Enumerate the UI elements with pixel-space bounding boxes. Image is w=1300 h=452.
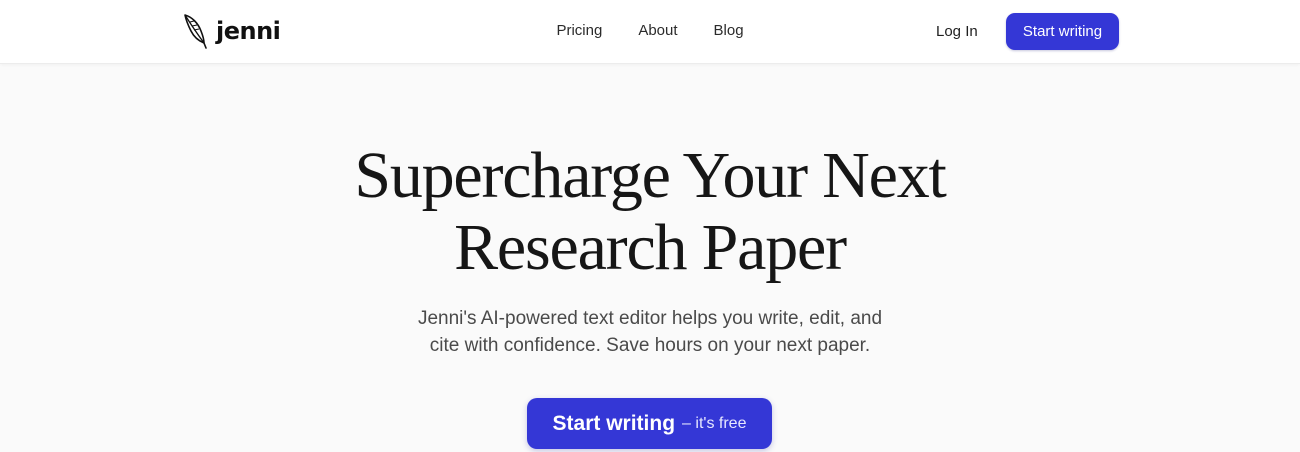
top-navbar: jenni Pricing About Blog Log In Start wr… bbox=[0, 0, 1300, 64]
hero-content: Supercharge Your Next Research Paper Jen… bbox=[0, 140, 1300, 359]
nav-start-writing-button[interactable]: Start writing bbox=[1006, 13, 1119, 50]
brand-logo-link[interactable]: jenni bbox=[182, 13, 281, 49]
hero-subtitle-line-2: cite with confidence. Save hours on your… bbox=[429, 335, 871, 356]
quill-feather-icon bbox=[184, 14, 207, 49]
hero-title-line-1: Supercharge Your Next bbox=[354, 139, 947, 212]
hero-start-writing-button[interactable]: Start writing – it's free bbox=[527, 398, 772, 449]
hero-cta-label: Start writing bbox=[552, 411, 676, 435]
hero-subtitle-line-1: Jenni's AI-powered text editor helps you… bbox=[417, 308, 883, 329]
nav-link-about[interactable]: About bbox=[638, 20, 677, 42]
hero-title-line-2: Research Paper bbox=[454, 211, 847, 284]
hero-subtitle: Jenni's AI-powered text editor helps you… bbox=[0, 305, 1300, 359]
brand-name: jenni bbox=[216, 17, 281, 45]
nav-link-pricing[interactable]: Pricing bbox=[556, 20, 602, 42]
hero-cta-free-note: – it's free bbox=[682, 414, 747, 432]
nav-link-blog[interactable]: Blog bbox=[714, 20, 744, 42]
login-link[interactable]: Log In bbox=[936, 21, 978, 43]
hero-title: Supercharge Your Next Research Paper bbox=[0, 140, 1300, 284]
